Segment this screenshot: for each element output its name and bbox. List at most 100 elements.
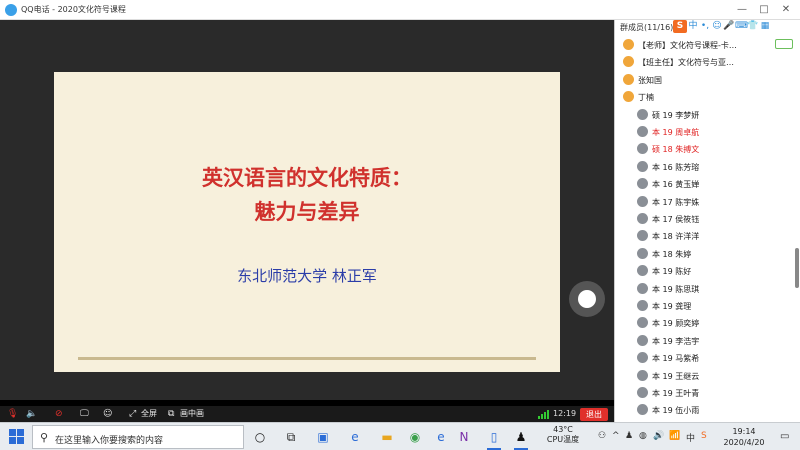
member-row[interactable]: 本 19 伍小雨 — [615, 401, 793, 418]
member-list-scrollbar[interactable] — [795, 248, 799, 288]
share-screen-icon[interactable]: 🖵 — [80, 408, 89, 420]
member-row[interactable]: 硕 19 李梦妍 — [615, 106, 793, 123]
app-icon-1[interactable]: ▣ — [314, 428, 332, 446]
tray-app-icon[interactable]: ◍ — [639, 431, 647, 441]
maximize-button[interactable]: □ — [756, 2, 772, 18]
qq-tray-icon[interactable]: ♟ — [625, 431, 633, 441]
member-row[interactable]: 张知国 — [615, 71, 793, 88]
member-row[interactable]: 本 19 王继云 — [615, 367, 793, 384]
taskbar-search-box[interactable]: ⚲ 在这里输入你要搜索的内容 — [32, 425, 244, 449]
slide-title-line2: 魅力与差异 — [254, 200, 360, 224]
member-row[interactable]: 本 19 李浩宇 — [615, 332, 793, 349]
speaker-icon[interactable]: 🔈 — [26, 408, 37, 420]
notification-chevron-icon[interactable]: ^ — [612, 431, 620, 441]
member-row[interactable]: 本 19 顾奕婷 — [615, 314, 793, 331]
sogou-ime-icon[interactable]: S — [673, 20, 687, 33]
emoji-icon[interactable]: ☺ — [711, 20, 723, 33]
avatar — [637, 369, 648, 381]
person-icon — [623, 39, 634, 50]
voice-icon[interactable]: 🎤 — [723, 20, 735, 33]
avatar — [637, 178, 648, 190]
member-name: 本 17 侯筱钰 — [652, 215, 700, 224]
member-row[interactable]: 本 19 周卓航 — [615, 123, 793, 140]
member-row[interactable]: 【老师】文化符号课程-卡… — [615, 36, 793, 53]
member-row[interactable]: 本 18 许洋洋 — [615, 227, 793, 244]
action-center-icon[interactable]: ▭ — [780, 431, 789, 442]
system-clock[interactable]: 19:14 2020/4/20 — [716, 426, 772, 448]
camera-off-icon[interactable]: ⊘ — [55, 408, 63, 420]
member-row[interactable]: 本 18 朱婷 — [615, 245, 793, 262]
windows-start-icon[interactable] — [9, 429, 24, 444]
keyboard-icon[interactable]: ⌨ — [735, 20, 748, 33]
ie-browser-icon[interactable]: e — [346, 428, 364, 446]
member-name: 本 19 陈好 — [652, 267, 692, 277]
network-icon[interactable]: 📶 — [669, 431, 680, 441]
picture-in-picture-icon[interactable]: ⧉ — [168, 408, 174, 420]
people-icon[interactable]: ⚇ — [598, 431, 606, 441]
tablet-app-icon[interactable]: ▯ — [485, 428, 503, 450]
member-row[interactable]: 本 19 陈思琪 — [615, 280, 793, 297]
avatar — [637, 282, 648, 294]
avatar — [637, 143, 648, 155]
fullscreen-icon[interactable]: ⤢ — [129, 408, 136, 420]
window-title: QQ电话 - 2020文化符号课程 — [21, 5, 126, 14]
search-icon: ⚲ — [40, 431, 49, 444]
onenote-icon[interactable]: N — [455, 428, 473, 446]
member-row[interactable]: 本 19 龚理 — [615, 297, 793, 314]
qq-taskbar-icon[interactable]: ♟ — [512, 428, 530, 450]
ime-toolbar: S 中 •, ☺ 🎤⌨👕 ▦ — [673, 20, 771, 34]
minimize-button[interactable]: — — [734, 2, 750, 18]
avatar — [637, 265, 648, 277]
avatar — [637, 387, 648, 398]
mic-muted-icon[interactable]: 🎙 — [7, 408, 18, 420]
cpu-temperature: 43°C CPU温度 — [546, 425, 580, 445]
floating-record-button[interactable] — [569, 281, 605, 317]
fullscreen-label[interactable]: 全屏 — [141, 408, 157, 420]
signal-strength-icon — [538, 409, 552, 419]
avatar — [637, 230, 648, 242]
cortana-icon[interactable]: ○ — [251, 428, 269, 446]
sogou-tray-icon[interactable]: S — [701, 431, 707, 441]
member-row[interactable]: 本 16 陈芳瑢 — [615, 158, 793, 175]
mic-status-icon — [775, 39, 793, 49]
pip-label[interactable]: 画中画 — [180, 408, 204, 420]
skin-icon[interactable]: 👕 — [747, 20, 759, 33]
task-view-icon[interactable]: ⧉ — [282, 428, 300, 446]
member-row[interactable]: 本 17 陈宇姝 — [615, 193, 793, 210]
avatar — [637, 404, 648, 416]
member-name: 本 16 陈芳瑢 — [652, 162, 700, 172]
person-icon — [623, 56, 634, 68]
member-row[interactable]: 本 19 陈好 — [615, 262, 793, 279]
app-icon-green[interactable]: ◉ — [406, 428, 424, 446]
ime-mode-label[interactable]: 中 — [687, 20, 699, 33]
member-name: 本 19 周卓航 — [652, 128, 700, 137]
volume-icon[interactable]: 🔊 — [653, 431, 664, 441]
member-row[interactable]: 【班主任】文化符号与亚… — [615, 53, 793, 70]
close-button[interactable]: ✕ — [778, 2, 794, 18]
grid-icon[interactable]: ▦ — [759, 20, 771, 33]
avatar — [637, 126, 648, 137]
edge-browser-icon[interactable]: e — [432, 428, 450, 446]
member-name: 本 19 王继云 — [652, 371, 700, 381]
shared-screen-view: 英汉语言的文化特质： 魅力与差异 东北师范大学 林正军 — [0, 20, 614, 400]
member-row[interactable]: 本 16 黄玉婵 — [615, 175, 793, 192]
taskbar: ⚲ 在这里输入你要搜索的内容 ○ ⧉ ▣ e ▬ ◉ e N ▯ ♟ 43°C … — [0, 422, 800, 450]
member-name: 【老师】文化符号课程-卡… — [638, 41, 737, 50]
member-icon[interactable]: ☺ — [103, 408, 112, 420]
member-name: 本 18 朱婷 — [652, 249, 692, 259]
member-row[interactable]: 硕 18 朱搏文 — [615, 140, 793, 157]
file-explorer-icon[interactable]: ▬ — [378, 428, 396, 446]
member-row[interactable]: 本 19 王叶青 — [615, 384, 793, 401]
exit-call-button[interactable]: 退出 — [580, 408, 608, 421]
member-name: 本 18 许洋洋 — [652, 232, 700, 242]
member-row[interactable]: 本 17 侯筱钰 — [615, 210, 793, 227]
member-row[interactable]: 丁楠 — [615, 88, 793, 105]
avatar — [637, 334, 648, 346]
punctuation-icon[interactable]: •, — [699, 20, 711, 33]
avatar — [637, 352, 648, 364]
ime-icon[interactable]: 中 — [686, 431, 695, 444]
member-row[interactable]: 本 19 马紫希 — [615, 349, 793, 366]
avatar — [637, 317, 648, 329]
search-placeholder: 在这里输入你要搜索的内容 — [55, 436, 164, 446]
slide-title-line1: 英汉语言的文化特质： — [202, 166, 412, 190]
